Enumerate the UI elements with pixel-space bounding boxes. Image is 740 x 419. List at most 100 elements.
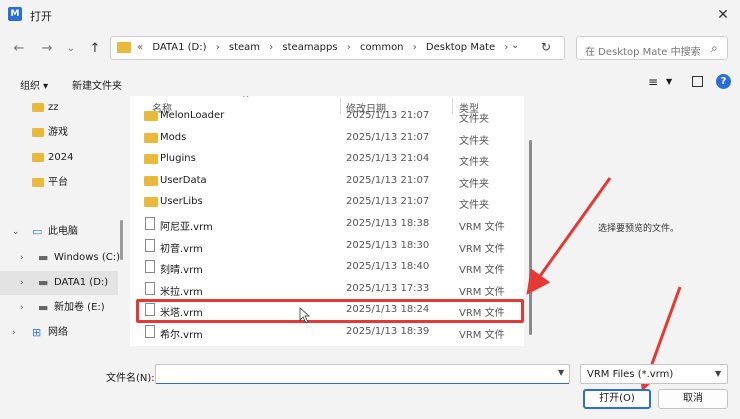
preview-pane-button[interactable] <box>692 76 703 87</box>
file-row[interactable]: MelonLoader 2025/1/13 21:07 文件夹 <box>130 105 524 127</box>
file-icon <box>145 238 155 252</box>
address-dropdown-button[interactable]: ⌄ <box>511 40 519 51</box>
file-icon <box>145 217 155 230</box>
sidebar-item[interactable]: ⌄ ▭ 此电脑 <box>0 220 118 244</box>
file-name: 米拉.vrm <box>160 286 203 298</box>
file-name: 阿尼亚.vrm <box>160 222 213 233</box>
breadcrumb-item-data1[interactable]: DATA1 (D:) <box>152 42 206 53</box>
file-date: 2025/1/13 21:07 <box>346 174 430 186</box>
file-row[interactable]: UserData 2025/1/13 21:07 文件夹 <box>130 170 524 192</box>
file-date: 2025/1/13 21:07 <box>346 196 430 208</box>
file-date: 2025/1/13 18:38 <box>346 218 430 229</box>
sidebar-scrollbar[interactable] <box>120 220 123 260</box>
sidebar-item[interactable]: › ⊞ 网络 <box>0 321 118 345</box>
file-row[interactable]: 阿尼亚.vrm 2025/1/13 18:38 VRM 文件 <box>130 213 524 235</box>
sidebar-item[interactable]: 平台 <box>0 171 118 195</box>
file-date: 2025/1/13 18:39 <box>346 326 430 337</box>
close-button[interactable]: ✕ <box>712 5 734 25</box>
breadcrumb-separator: › <box>504 42 509 53</box>
breadcrumb-item-steam[interactable]: steam <box>229 42 260 53</box>
file-row[interactable]: 刻晴.vrm 2025/1/13 18:40 VRM 文件 <box>130 256 524 278</box>
sidebar-item[interactable]: › ▬ DATA1 (D:) <box>0 271 118 295</box>
breadcrumb-separator: › <box>269 42 274 53</box>
file-type: 文件夹 <box>459 114 489 125</box>
drive-icon: ▬ <box>38 251 49 264</box>
file-row[interactable]: UserLibs 2025/1/13 21:07 文件夹 <box>130 191 524 213</box>
file-date: 2025/1/13 21:07 <box>346 131 430 143</box>
app-icon: M <box>8 7 22 21</box>
drive-icon: ▬ <box>38 276 49 289</box>
file-name: Plugins <box>160 153 196 165</box>
organize-button[interactable]: 组织 ▾ <box>20 77 48 92</box>
list-view-icon: ≡ <box>648 75 659 89</box>
refresh-icon: ↻ <box>541 40 552 54</box>
preview-pane: 选择要预览的文件。 <box>536 96 740 346</box>
file-type-value: VRM Files (*.vrm) <box>587 369 674 380</box>
file-name: 初音.vrm <box>160 243 203 255</box>
file-row[interactable]: 初音.vrm 2025/1/13 18:30 VRM 文件 <box>130 235 524 257</box>
caret-down-icon: ▼ <box>558 368 565 377</box>
file-row[interactable]: Mods 2025/1/13 21:07 文件夹 <box>130 127 524 149</box>
up-button[interactable]: ↑ <box>86 40 104 58</box>
file-type: VRM 文件 <box>459 330 505 341</box>
file-row[interactable]: 米拉.vrm 2025/1/13 17:33 VRM 文件 <box>130 278 524 300</box>
command-bar: 组织 ▾ 新建文件夹 ≡ ▼ ? <box>0 70 740 96</box>
refresh-button[interactable]: ↻ <box>541 40 551 54</box>
file-row[interactable]: Plugins 2025/1/13 21:04 文件夹 <box>130 148 524 170</box>
chevron-right-icon[interactable]: › <box>20 271 24 295</box>
view-menu-button[interactable]: ≡ <box>648 75 658 89</box>
arrow-right-icon: → <box>41 41 53 56</box>
breadcrumb-overflow[interactable]: « <box>137 42 143 53</box>
sidebar-item[interactable]: zz <box>0 96 118 120</box>
sidebar-item[interactable]: › ▬ 新加卷 (E:) <box>0 296 118 320</box>
file-type: VRM 文件 <box>459 243 505 255</box>
file-type: VRM 文件 <box>459 286 505 298</box>
sidebar-item-label: 游戏 <box>48 127 68 138</box>
folder-icon <box>117 42 131 53</box>
new-folder-button[interactable]: 新建文件夹 <box>72 77 122 92</box>
annotation-highlight-box <box>136 299 524 323</box>
filename-dropdown-button[interactable]: ▼ <box>558 368 564 377</box>
open-button[interactable]: 打开(O) <box>583 389 651 409</box>
file-row[interactable]: 希尔.vrm 2025/1/13 18:39 VRM 文件 <box>130 321 524 343</box>
sidebar-item[interactable]: › ▬ Windows (C:) <box>0 246 120 270</box>
chevron-right-icon[interactable]: › <box>12 321 16 345</box>
search-placeholder: 在 Desktop Mate 中搜索 <box>585 47 701 58</box>
computer-icon: ▭ <box>32 225 43 238</box>
help-button[interactable]: ? <box>716 74 731 89</box>
breadcrumb-item-desktop-mate[interactable]: Desktop Mate <box>426 42 495 53</box>
breadcrumb-item-common[interactable]: common <box>360 42 404 53</box>
file-name: UserData <box>160 174 207 186</box>
view-dropdown-button[interactable]: ▼ <box>666 77 672 86</box>
folder-icon <box>144 132 158 143</box>
chevron-right-icon[interactable]: › <box>20 246 24 270</box>
folder-icon <box>32 153 44 162</box>
file-type: VRM 文件 <box>459 222 505 233</box>
file-list-scrollbar[interactable] <box>529 140 532 335</box>
breadcrumb-item-steamapps[interactable]: steamapps <box>282 42 337 53</box>
chevron-down-icon[interactable]: ⌄ <box>12 220 20 244</box>
folder-icon <box>32 103 44 112</box>
arrow-left-icon: ← <box>13 41 25 56</box>
sidebar-item[interactable]: 游戏 <box>0 121 118 145</box>
search-input[interactable]: 在 Desktop Mate 中搜索 ⌕ <box>576 36 728 60</box>
chevron-down-icon: ⌄ <box>66 43 76 54</box>
back-button[interactable]: ← <box>10 40 28 58</box>
address-bar[interactable]: « DATA1 (D:) › steam › steamapps › commo… <box>110 36 565 60</box>
file-name: 刻晴.vrm <box>160 265 203 277</box>
preview-message: 选择要预览的文件。 <box>598 224 680 234</box>
file-type-select[interactable]: VRM Files (*.vrm) ▼ <box>580 364 728 384</box>
sidebar-item[interactable]: 2024 <box>0 146 118 170</box>
sort-ascending-icon: ^ <box>242 96 250 104</box>
file-date: 2025/1/13 18:40 <box>346 261 430 273</box>
recent-locations-button[interactable]: ⌄ <box>62 40 80 58</box>
search-icon: ⌕ <box>711 41 718 55</box>
chevron-right-icon[interactable]: › <box>20 296 24 320</box>
folder-icon <box>144 197 158 208</box>
filename-input[interactable] <box>155 364 570 384</box>
cancel-button[interactable]: 取消 <box>658 389 728 409</box>
arrow-up-icon: ↑ <box>89 41 101 56</box>
forward-button[interactable]: → <box>38 40 56 58</box>
folder-icon <box>32 128 44 137</box>
breadcrumb-separator: › <box>346 42 351 53</box>
